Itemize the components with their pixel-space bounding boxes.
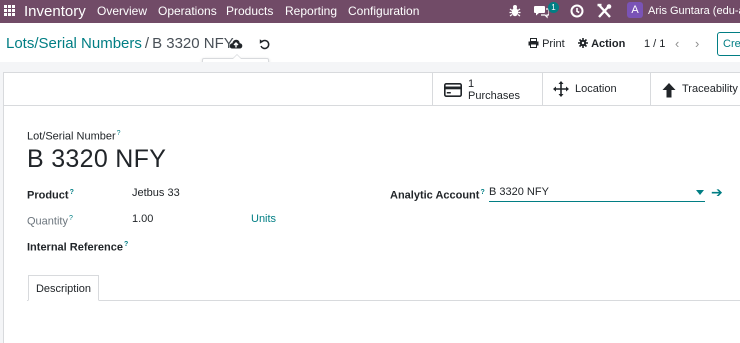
arrow-up-icon: [662, 83, 676, 98]
help-tooltip-icon[interactable]: ?: [70, 189, 74, 196]
bug-icon[interactable]: [509, 3, 521, 19]
pager-value[interactable]: 1 / 1: [644, 37, 665, 51]
print-icon: [528, 38, 539, 48]
quantity-uom-link[interactable]: Units: [251, 213, 276, 226]
pager-prev-icon[interactable]: ‹: [675, 36, 679, 51]
traceability-label: Traceability: [682, 83, 738, 95]
breadcrumb-current: B 3320 NFY: [152, 35, 234, 52]
help-tooltip-icon[interactable]: ?: [69, 215, 73, 222]
tools-icon[interactable]: [597, 3, 612, 19]
location-label: Location: [575, 83, 617, 95]
apps-grid-icon[interactable]: [4, 5, 16, 17]
pager-next-icon[interactable]: ›: [695, 36, 699, 51]
menu-operations[interactable]: Operations: [158, 4, 217, 19]
purchases-label: Purchases: [468, 90, 520, 102]
top-navbar: Inventory Overview Operations Products R…: [0, 0, 740, 23]
print-button[interactable]: Print: [528, 37, 565, 51]
analytic-account-input[interactable]: B 3320 NFY: [489, 185, 705, 202]
create-button[interactable]: Cre: [717, 32, 740, 56]
product-field[interactable]: Jetbus 33: [132, 187, 180, 200]
action-label: Action: [591, 38, 626, 50]
help-tooltip-icon[interactable]: ?: [124, 241, 128, 248]
breadcrumb: Lots/Serial Numbers / B 3320 NFY: [6, 35, 234, 53]
credit-card-icon: [444, 83, 462, 97]
cloud-upload-icon[interactable]: [229, 38, 243, 50]
menu-reporting[interactable]: Reporting: [285, 4, 337, 19]
product-label: Product?: [27, 189, 74, 202]
breadcrumb-parent[interactable]: Lots/Serial Numbers: [6, 35, 142, 52]
form-sheet: [3, 72, 740, 343]
analytic-account-label: Analytic Account?: [390, 189, 485, 202]
menu-configuration[interactable]: Configuration: [348, 4, 419, 19]
app-name[interactable]: Inventory: [24, 2, 86, 21]
menu-products[interactable]: Products: [226, 4, 273, 19]
undo-icon[interactable]: [259, 38, 270, 50]
dropdown-caret-icon[interactable]: [696, 190, 704, 195]
breadcrumb-separator: /: [144, 35, 150, 52]
menu-overview[interactable]: Overview: [97, 4, 147, 19]
chat-icon[interactable]: [534, 3, 549, 19]
internal-reference-label: Internal Reference?: [27, 241, 129, 254]
user-avatar[interactable]: A: [627, 2, 643, 18]
lot-name-label: Lot/Serial Number?: [27, 130, 121, 143]
notebook-tab-line: [27, 300, 740, 301]
location-smart-button[interactable]: Location: [542, 72, 650, 106]
messages-count-badge: 1: [548, 2, 559, 13]
action-button[interactable]: Action: [578, 37, 625, 51]
user-name[interactable]: Aris Guntara (edu-ar: [648, 4, 740, 18]
tab-description[interactable]: Description: [28, 275, 99, 301]
print-label: Print: [542, 38, 565, 50]
quantity-value: 1.00: [132, 213, 154, 225]
gear-icon: [578, 38, 588, 48]
help-tooltip-icon[interactable]: ?: [117, 130, 121, 137]
internal-link-arrow-icon[interactable]: ➔: [711, 185, 723, 199]
quantity-label: Quantity?: [27, 215, 73, 228]
purchases-smart-button[interactable]: 1 Purchases: [432, 72, 542, 106]
help-tooltip-icon[interactable]: ?: [480, 189, 484, 196]
move-arrows-icon: [553, 81, 569, 97]
clock-icon[interactable]: [570, 3, 584, 19]
traceability-smart-button[interactable]: Traceability: [650, 72, 740, 106]
lot-name-value[interactable]: B 3320 NFY: [27, 144, 166, 174]
